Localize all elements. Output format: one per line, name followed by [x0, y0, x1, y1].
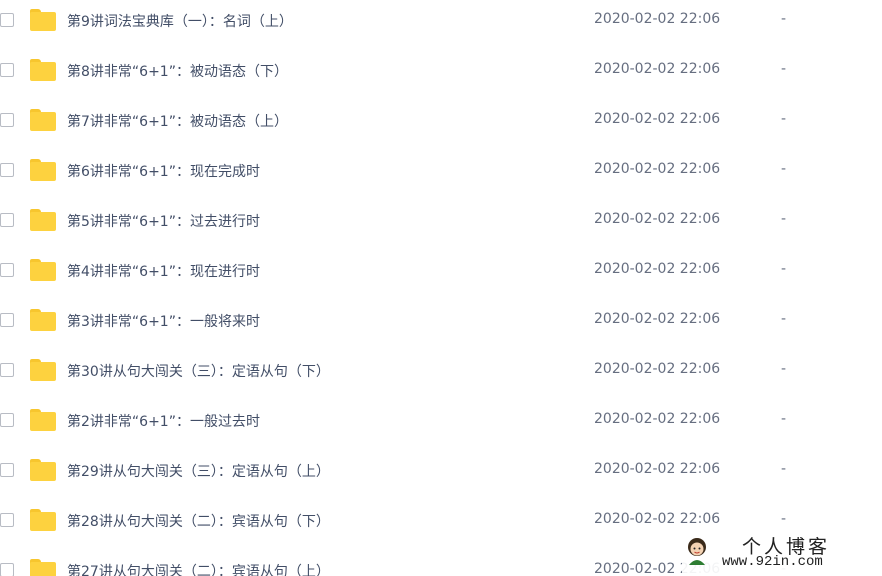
- row-checkbox[interactable]: [0, 163, 14, 177]
- file-row[interactable]: 第7讲非常“6+1”：被动语态（上） 2020-02-02 22:06 -: [0, 100, 882, 150]
- row-checkbox[interactable]: [0, 313, 14, 327]
- avatar-icon: [688, 538, 706, 565]
- folder-icon: [30, 159, 56, 181]
- folder-icon: [30, 59, 56, 81]
- modified-date: 2020-02-02 22:06: [594, 461, 721, 477]
- folder-icon: [30, 359, 56, 381]
- folder-icon: [30, 9, 56, 31]
- modified-date: 2020-02-02 22:06: [594, 111, 721, 127]
- modified-date: 2020-02-02 22:06: [594, 61, 721, 77]
- file-row[interactable]: 第4讲非常“6+1”：现在进行时 2020-02-02 22:06 -: [0, 250, 882, 300]
- file-size: -: [781, 411, 787, 427]
- file-size: -: [781, 461, 787, 477]
- file-size: -: [781, 161, 787, 177]
- modified-date: 2020-02-02 22:06: [594, 211, 721, 227]
- file-name-link[interactable]: 第6讲非常“6+1”：现在完成时: [67, 161, 260, 181]
- folder-icon: [30, 109, 56, 131]
- file-name-link[interactable]: 第29讲从句大闯关（三）：定语从句（上）: [67, 461, 330, 481]
- folder-icon: [30, 559, 56, 576]
- file-row[interactable]: 第8讲非常“6+1”：被动语态（下） 2020-02-02 22:06 -: [0, 50, 882, 100]
- file-size: -: [781, 11, 787, 27]
- modified-date: 2020-02-02 22:06: [594, 11, 721, 27]
- file-size: -: [781, 311, 787, 327]
- row-checkbox[interactable]: [0, 263, 14, 277]
- file-row[interactable]: 第6讲非常“6+1”：现在完成时 2020-02-02 22:06 -: [0, 150, 882, 200]
- folder-icon: [30, 409, 56, 431]
- modified-date: 2020-02-02 22:06: [594, 511, 721, 527]
- file-name-link[interactable]: 第8讲非常“6+1”：被动语态（下）: [67, 61, 288, 81]
- file-row[interactable]: 第3讲非常“6+1”：一般将来时 2020-02-02 22:06 -: [0, 300, 882, 350]
- file-row[interactable]: 第5讲非常“6+1”：过去进行时 2020-02-02 22:06 -: [0, 200, 882, 250]
- file-row[interactable]: 第2讲非常“6+1”：一般过去时 2020-02-02 22:06 -: [0, 400, 882, 450]
- file-name-link[interactable]: 第7讲非常“6+1”：被动语态（上）: [67, 111, 288, 131]
- folder-icon: [30, 209, 56, 231]
- file-name-link[interactable]: 第2讲非常“6+1”：一般过去时: [67, 411, 260, 431]
- row-checkbox[interactable]: [0, 563, 14, 576]
- file-name-link[interactable]: 第27讲从句大闯关（二）：宾语从句（上）: [67, 561, 330, 576]
- folder-icon: [30, 509, 56, 531]
- file-row[interactable]: 第29讲从句大闯关（三）：定语从句（上） 2020-02-02 22:06 -: [0, 450, 882, 500]
- file-row[interactable]: 第9讲词法宝典库（一）：名词（上） 2020-02-02 22:06 -: [0, 0, 882, 50]
- watermark-url: www.92in.com: [722, 554, 823, 570]
- modified-date: 2020-02-02 22:06: [594, 411, 721, 427]
- file-size: -: [781, 361, 787, 377]
- file-name-link[interactable]: 第3讲非常“6+1”：一般将来时: [67, 311, 260, 331]
- row-checkbox[interactable]: [0, 213, 14, 227]
- file-name-link[interactable]: 第5讲非常“6+1”：过去进行时: [67, 211, 260, 231]
- row-checkbox[interactable]: [0, 363, 14, 377]
- modified-date: 2020-02-02 22:06: [594, 361, 721, 377]
- file-size: -: [781, 511, 787, 527]
- row-checkbox[interactable]: [0, 63, 14, 77]
- site-watermark: 个人博客 www.92in.com: [682, 532, 882, 576]
- file-name-link[interactable]: 第30讲从句大闯关（三）：定语从句（下）: [67, 361, 330, 381]
- row-checkbox[interactable]: [0, 13, 14, 27]
- file-size: -: [781, 111, 787, 127]
- row-checkbox[interactable]: [0, 513, 14, 527]
- file-name-link[interactable]: 第9讲词法宝典库（一）：名词（上）: [67, 11, 293, 31]
- file-size: -: [781, 261, 787, 277]
- file-size: -: [781, 61, 787, 77]
- row-checkbox[interactable]: [0, 113, 14, 127]
- file-row[interactable]: 第30讲从句大闯关（三）：定语从句（下） 2020-02-02 22:06 -: [0, 350, 882, 400]
- file-name-link[interactable]: 第4讲非常“6+1”：现在进行时: [67, 261, 260, 281]
- folder-icon: [30, 309, 56, 331]
- modified-date: 2020-02-02 22:06: [594, 261, 721, 277]
- modified-date: 2020-02-02 22:06: [594, 311, 721, 327]
- file-list: 第9讲词法宝典库（一）：名词（上） 2020-02-02 22:06 - 第8讲…: [0, 0, 882, 576]
- folder-icon: [30, 459, 56, 481]
- file-size: -: [781, 211, 787, 227]
- folder-icon: [30, 259, 56, 281]
- file-name-link[interactable]: 第28讲从句大闯关（二）：宾语从句（下）: [67, 511, 330, 531]
- row-checkbox[interactable]: [0, 463, 14, 477]
- modified-date: 2020-02-02 22:06: [594, 161, 721, 177]
- row-checkbox[interactable]: [0, 413, 14, 427]
